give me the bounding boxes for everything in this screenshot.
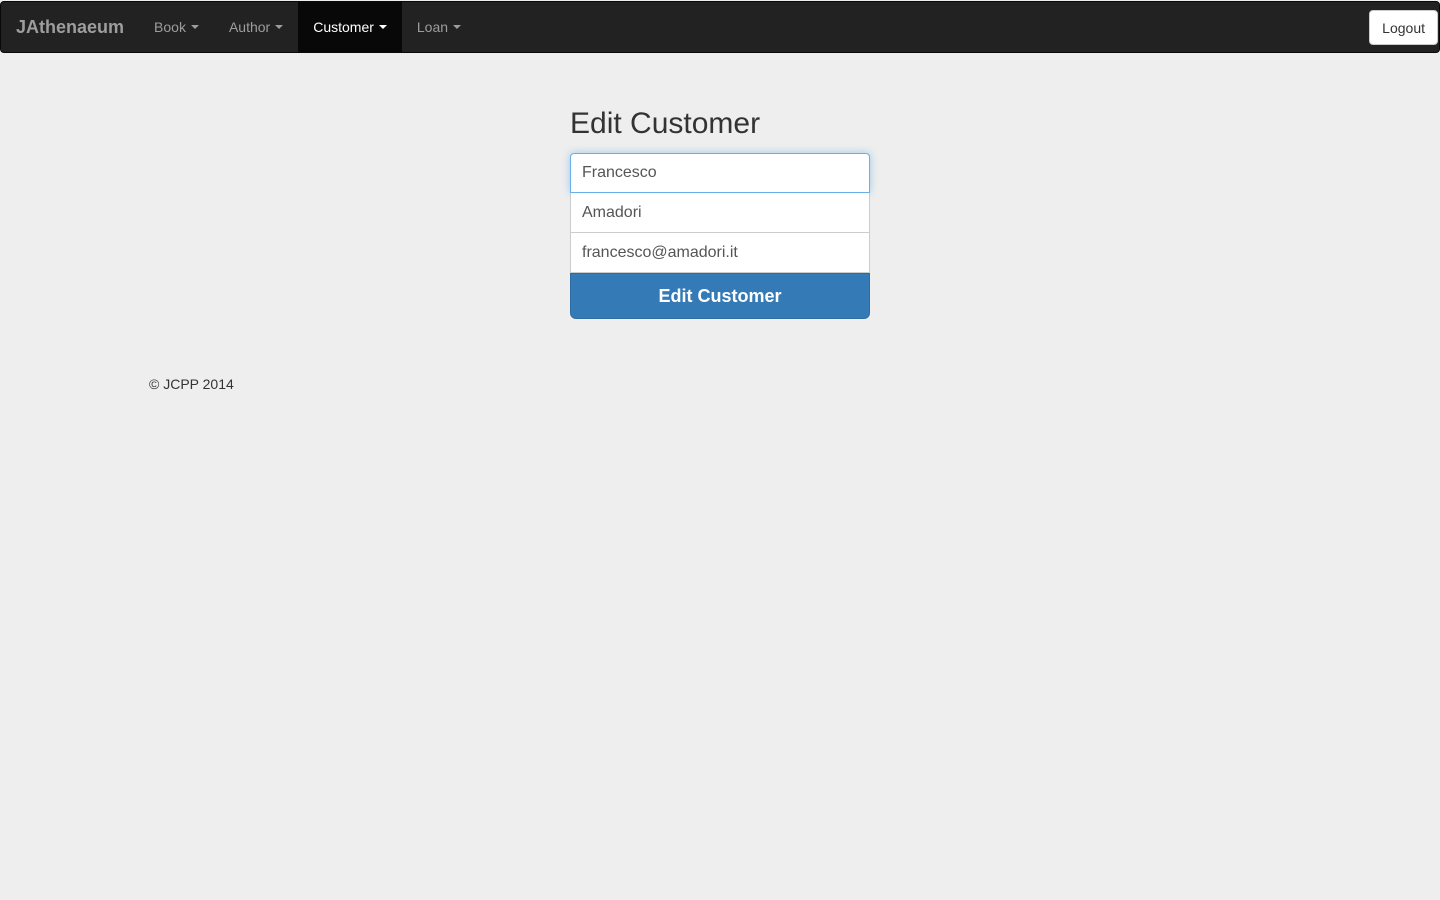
nav-label: Author: [228, 19, 271, 35]
nav-book-dropdown[interactable]: Book: [139, 2, 214, 52]
nav-label: Customer: [313, 19, 374, 35]
edit-customer-button[interactable]: Edit Customer: [570, 273, 870, 319]
footer-copyright: © JCPP 2014: [149, 376, 234, 392]
email-input[interactable]: [570, 233, 870, 273]
nav-customer-dropdown[interactable]: Customer: [298, 2, 402, 52]
caret-down-icon: [378, 25, 387, 29]
navbar: JAthenaeum Book Author Customer Loan Log…: [0, 1, 1440, 53]
nav-loan-dropdown[interactable]: Loan: [402, 2, 476, 52]
nav-author-dropdown[interactable]: Author: [214, 2, 298, 52]
caret-down-icon: [275, 25, 284, 29]
nav-label: Loan: [416, 19, 449, 35]
edit-customer-form: Edit Customer Edit Customer: [570, 105, 870, 319]
last-name-input[interactable]: [570, 193, 870, 233]
brand-link[interactable]: JAthenaeum: [1, 2, 139, 52]
logout-button[interactable]: Logout: [1369, 10, 1438, 45]
caret-down-icon: [190, 25, 199, 29]
nav-label: Book: [154, 19, 186, 35]
page-title: Edit Customer: [570, 107, 761, 140]
caret-down-icon: [453, 25, 462, 29]
first-name-input[interactable]: [570, 153, 870, 193]
